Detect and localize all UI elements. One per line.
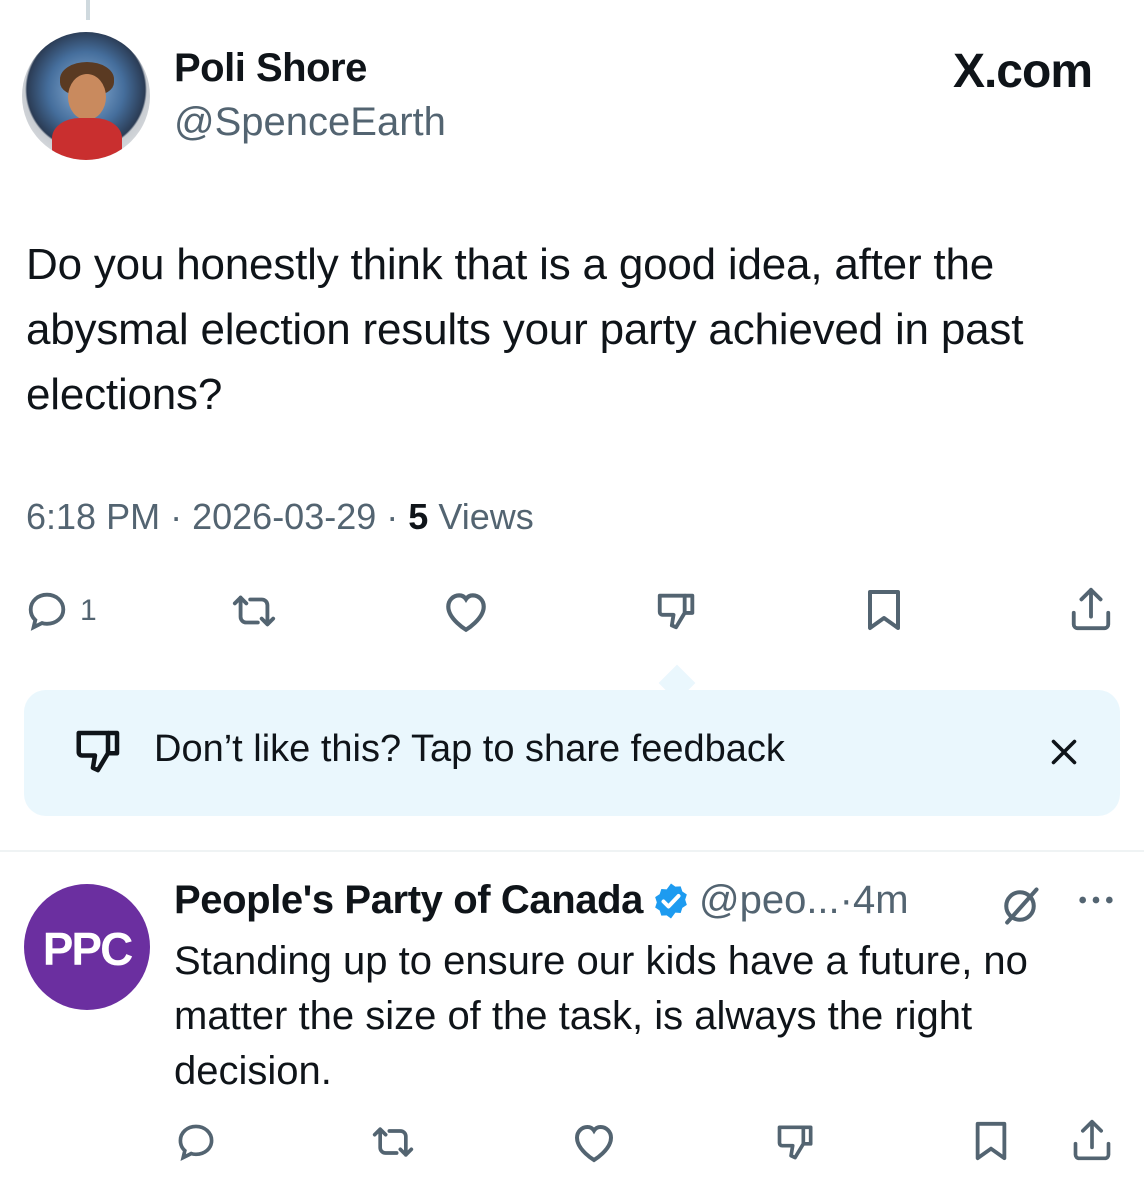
reply-count: 1	[80, 594, 97, 627]
avatar-body	[52, 118, 122, 160]
user-handle[interactable]: @peo...	[699, 878, 840, 923]
views-label: Views	[438, 496, 534, 537]
reply-icon	[178, 1124, 214, 1161]
avatar-face	[68, 74, 106, 120]
close-icon[interactable]	[1046, 734, 1082, 775]
reply-icon	[28, 592, 66, 631]
dislike-button[interactable]	[652, 588, 702, 634]
like-button[interactable]	[570, 1120, 618, 1164]
tweet-text: Standing up to ensure our kids have a fu…	[174, 939, 1028, 1093]
like-button[interactable]	[441, 588, 491, 634]
dislike-icon	[70, 724, 128, 783]
meta-separator: ·	[170, 496, 183, 537]
avatar-text: PPC	[42, 923, 134, 975]
user-handle[interactable]: @SpenceEarth	[174, 100, 446, 145]
avatar[interactable]	[22, 32, 150, 160]
reply-button[interactable]: 1	[24, 588, 97, 634]
tweet-meta: 6:18 PM · 2026-03-29 · 5 Views	[26, 496, 534, 538]
grok-icon[interactable]	[998, 884, 1042, 933]
tweet-text: Do you honestly think that is a good ide…	[26, 240, 1024, 419]
bookmark-button[interactable]	[970, 1118, 1012, 1164]
bookmark-button[interactable]	[862, 586, 906, 634]
repost-button[interactable]	[228, 588, 280, 634]
like-icon	[574, 1124, 614, 1163]
share-icon	[1071, 587, 1111, 631]
share-button[interactable]	[1068, 584, 1114, 634]
dislike-icon	[777, 1125, 813, 1160]
tweet-date[interactable]: 2026-03-29	[192, 496, 376, 537]
tweet-time[interactable]: 6:18 PM	[26, 496, 160, 537]
share-icon	[1073, 1119, 1111, 1161]
repost-icon	[232, 595, 276, 627]
reply-button[interactable]	[174, 1120, 218, 1164]
avatar-ppc[interactable]: PPC	[24, 884, 150, 1010]
brand-logo-text: X.com	[952, 45, 1093, 98]
bookmark-icon	[868, 590, 900, 630]
header-separator: ·	[839, 878, 853, 922]
display-name[interactable]: People's Party of Canada	[174, 878, 643, 923]
share-button[interactable]	[1070, 1116, 1114, 1164]
repost-button[interactable]	[368, 1120, 418, 1164]
repost-icon	[372, 1127, 414, 1157]
dislike-icon	[657, 593, 695, 630]
verified-badge-icon	[655, 883, 687, 918]
views-count: 5	[408, 496, 429, 537]
meta-separator: ·	[386, 496, 399, 537]
feedback-card[interactable]: Don’t like this? Tap to share feedback	[24, 690, 1120, 816]
feedback-text[interactable]: Don’t like this? Tap to share feedback	[154, 728, 785, 771]
tweet-time[interactable]: 4m	[853, 878, 909, 923]
dislike-button[interactable]	[772, 1120, 820, 1164]
thread-line	[86, 0, 90, 20]
display-name[interactable]: Poli Shore	[174, 46, 367, 91]
more-icon[interactable]	[1076, 890, 1116, 915]
bookmark-icon	[975, 1121, 1007, 1161]
divider	[0, 850, 1144, 852]
tweet-header: People's Party of Canada @peo... · 4m	[174, 878, 909, 923]
like-icon	[446, 593, 486, 633]
